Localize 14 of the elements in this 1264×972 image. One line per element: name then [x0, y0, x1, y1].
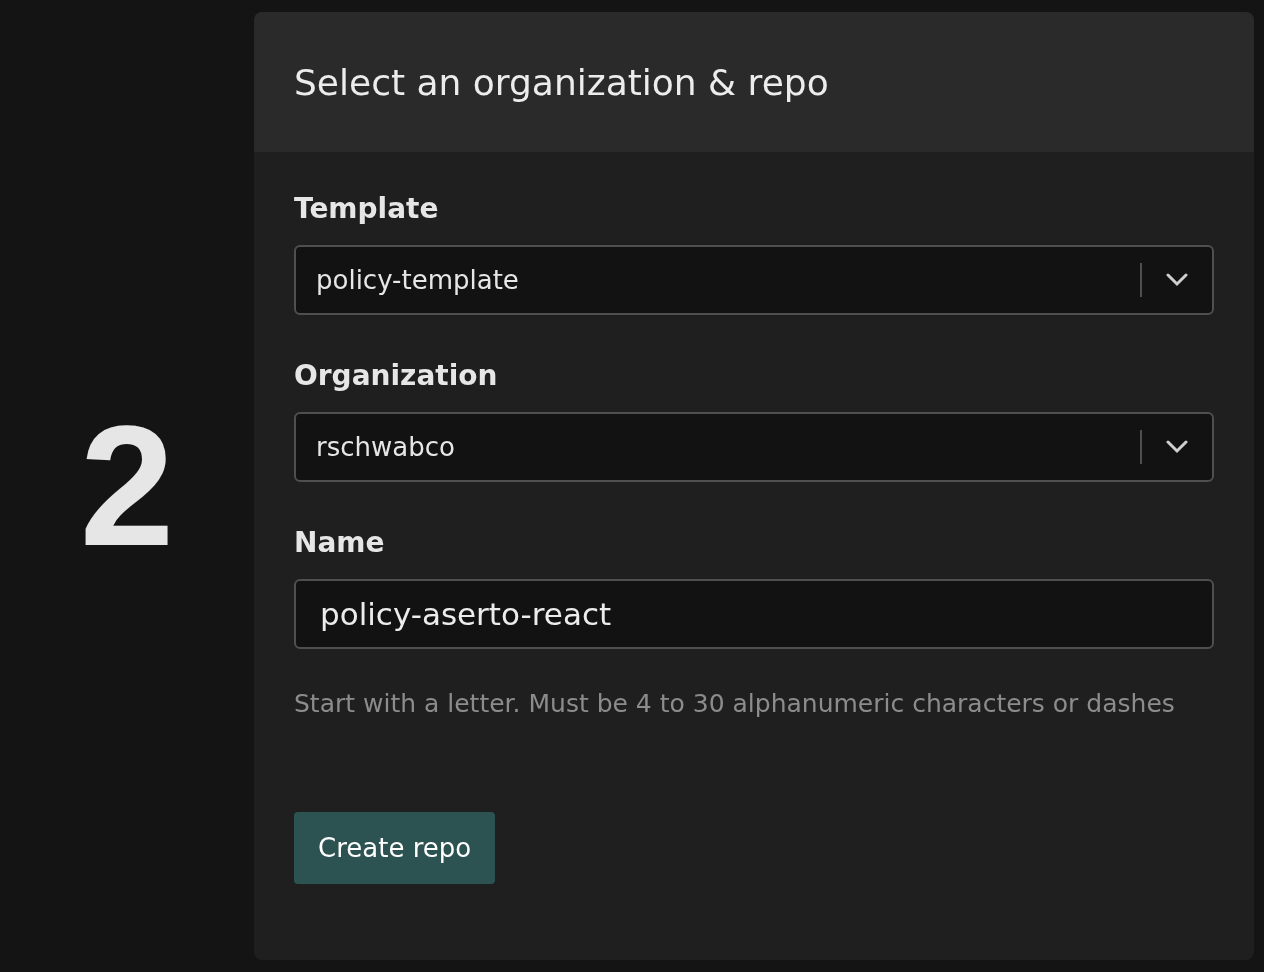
- chevron-down-icon: [1166, 273, 1188, 287]
- field-label: Name: [294, 526, 386, 559]
- helper-text: Start with a letter. Must be 4 to 30 alphanumeric characters or dashes: [294, 689, 1176, 718]
- field-label: Template: [294, 192, 440, 225]
- create-repo-button[interactable]: Create repo: [294, 812, 496, 884]
- step-number: 2: [79, 401, 175, 571]
- dropdown[interactable]: policy-template: [294, 245, 1214, 315]
- chevron-down-icon: [1166, 440, 1188, 454]
- dropdown-value: rschwabco: [316, 432, 456, 462]
- dropdown[interactable]: rschwabco: [294, 412, 1214, 482]
- dropdown-value: policy-template: [316, 265, 520, 295]
- field-label: Organization: [294, 359, 499, 392]
- card-title: Select an organization & repo: [294, 61, 829, 103]
- name-input[interactable]: policy-aserto-react: [294, 579, 1214, 649]
